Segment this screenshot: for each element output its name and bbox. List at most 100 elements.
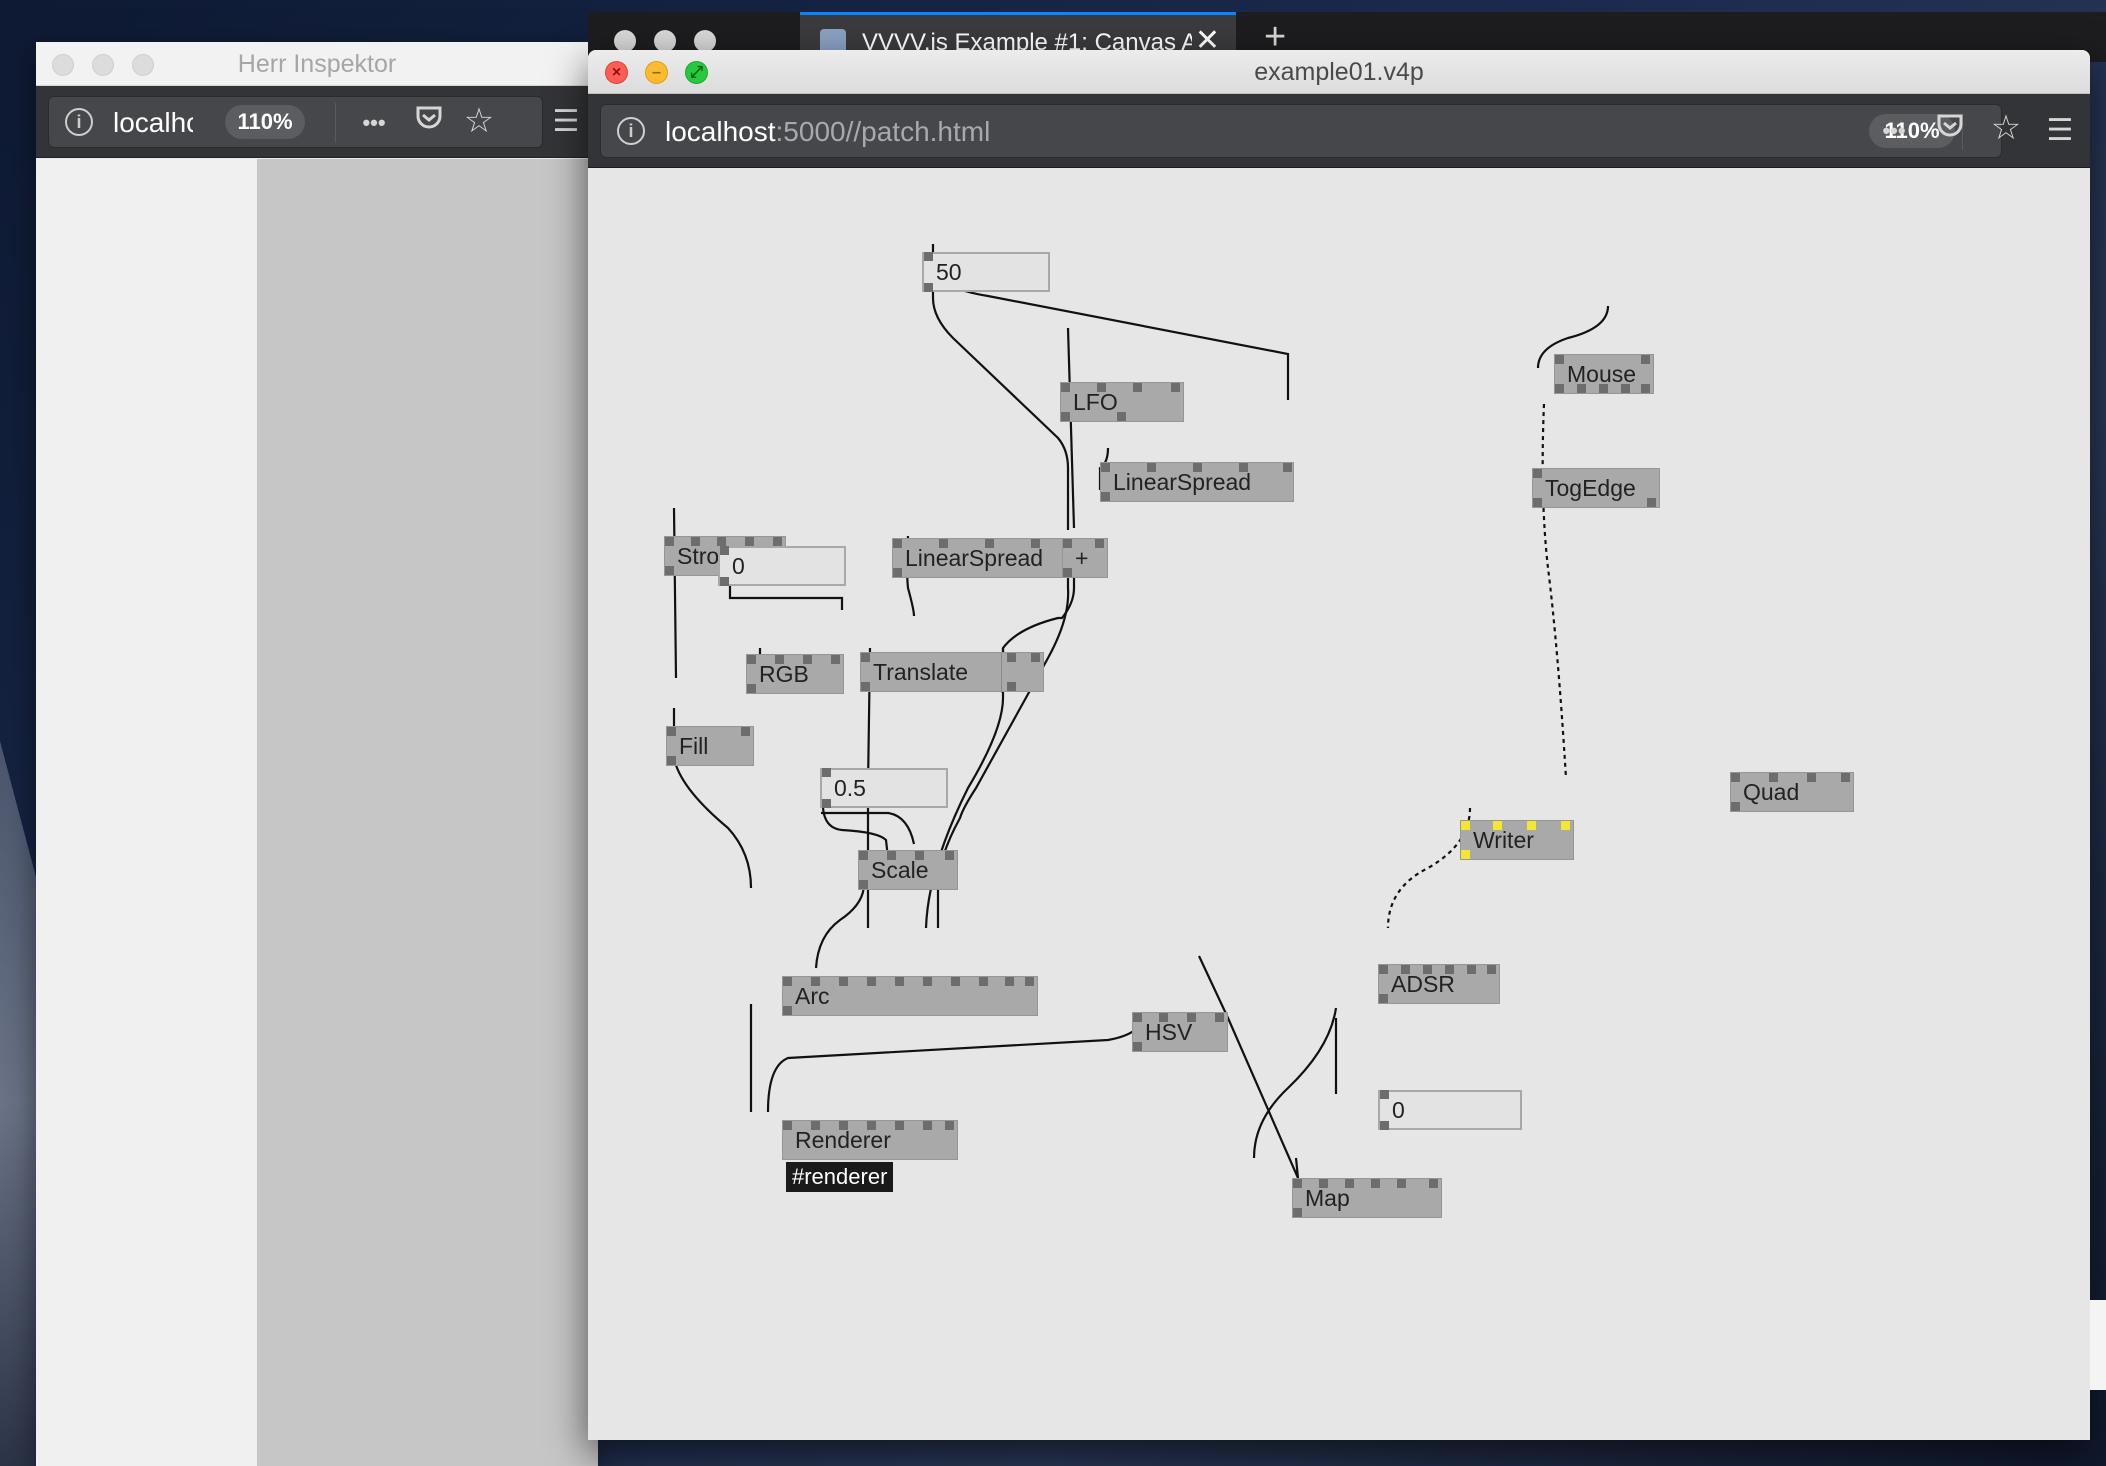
node-pin[interactable] — [803, 655, 812, 664]
node-pin[interactable] — [945, 851, 954, 860]
node-pin[interactable] — [1641, 384, 1650, 393]
node-pin[interactable] — [1599, 384, 1608, 393]
node-pin[interactable] — [665, 537, 674, 546]
node-pin[interactable] — [1561, 821, 1570, 830]
iobox-0-top[interactable]: 0 — [718, 546, 846, 586]
node-pin[interactable] — [839, 977, 848, 986]
node-pin[interactable] — [775, 655, 784, 664]
node-pin[interactable] — [1101, 492, 1110, 501]
node-pin[interactable] — [1133, 1013, 1142, 1022]
node-pin[interactable] — [747, 655, 756, 664]
info-icon[interactable]: i — [65, 108, 93, 136]
hamburger-menu-icon[interactable]: ☰ — [2038, 111, 2082, 151]
site-info-icon[interactable]: i — [617, 117, 645, 145]
node-pin[interactable] — [1461, 850, 1470, 859]
node-pin[interactable] — [1101, 463, 1110, 472]
node-pin[interactable] — [1429, 1179, 1438, 1188]
node-pin[interactable] — [1807, 773, 1816, 782]
node-adsr[interactable]: ADSR — [1378, 964, 1500, 1004]
back-minimize-button[interactable] — [92, 54, 114, 76]
node-pin[interactable] — [1063, 568, 1072, 577]
node-pin[interactable] — [887, 851, 896, 860]
node-pin[interactable] — [1063, 539, 1072, 548]
node-pin[interactable] — [1187, 1013, 1196, 1022]
node-pin[interactable] — [893, 539, 902, 548]
node-pin[interactable] — [811, 977, 820, 986]
node-pin[interactable] — [859, 851, 868, 860]
front-window-titlebar[interactable]: × – ⤢ example01.v4p — [588, 50, 2090, 94]
node-pin[interactable] — [783, 1121, 792, 1130]
node-pin[interactable] — [895, 1121, 904, 1130]
node-pin[interactable] — [861, 653, 870, 662]
node-pin[interactable] — [1371, 1179, 1380, 1188]
node-pin[interactable] — [1239, 463, 1248, 472]
node-map[interactable]: Map — [1292, 1178, 1442, 1218]
node-pin[interactable] — [1577, 384, 1586, 393]
node-pin[interactable] — [1007, 653, 1016, 662]
node-pin[interactable] — [867, 1121, 876, 1130]
node-pin[interactable] — [1117, 412, 1126, 421]
node-pin[interactable] — [1493, 821, 1502, 830]
node-pin[interactable] — [1487, 965, 1496, 974]
node-pin[interactable] — [717, 537, 726, 546]
node-pin[interactable] — [1841, 773, 1850, 782]
node-pin[interactable] — [691, 537, 700, 546]
more-actions-icon[interactable]: ••• — [1872, 111, 1916, 151]
back-zoom-button[interactable] — [132, 54, 154, 76]
node-pin[interactable] — [1319, 1179, 1328, 1188]
hamburger-menu-icon[interactable]: ☰ — [546, 102, 586, 142]
back-zoom-indicator[interactable]: 110% — [225, 105, 305, 139]
node-pin[interactable] — [1007, 682, 1016, 691]
node-pin[interactable] — [1283, 463, 1292, 472]
node-pin[interactable] — [979, 977, 988, 986]
node-pin[interactable] — [1401, 965, 1410, 974]
node-pin[interactable] — [985, 539, 994, 548]
node-pin[interactable] — [1171, 383, 1180, 392]
node-pin[interactable] — [1005, 977, 1014, 986]
node-pin[interactable] — [741, 727, 750, 736]
iobox-50[interactable]: 50 — [922, 252, 1050, 292]
node-togedge[interactable]: TogEdge — [1532, 468, 1660, 508]
more-actions-icon[interactable]: ••• — [354, 103, 394, 143]
node-pin[interactable] — [720, 577, 729, 586]
node-pin[interactable] — [1031, 539, 1040, 548]
node-pin[interactable] — [831, 655, 840, 664]
node-pin[interactable] — [822, 799, 831, 808]
node-pin[interactable] — [923, 1121, 932, 1130]
node-pin[interactable] — [1133, 1042, 1142, 1051]
node-pin[interactable] — [1641, 355, 1650, 364]
node-pin[interactable] — [859, 880, 868, 889]
node-mouse[interactable]: Mouse — [1554, 354, 1654, 394]
node-pin[interactable] — [747, 684, 756, 693]
node-arc[interactable]: Arc — [782, 976, 1038, 1016]
pocket-icon[interactable] — [409, 103, 449, 144]
node-pin[interactable] — [1380, 1090, 1389, 1099]
node-pin[interactable] — [667, 756, 676, 765]
node-pin[interactable] — [1621, 384, 1630, 393]
node-pin[interactable] — [951, 977, 960, 986]
node-pin[interactable] — [1527, 821, 1536, 830]
node-pin[interactable] — [822, 768, 831, 777]
node-pin[interactable] — [783, 977, 792, 986]
node-pin[interactable] — [773, 537, 782, 546]
node-pin[interactable] — [1025, 977, 1034, 986]
node-pin[interactable] — [915, 851, 924, 860]
back-close-button[interactable] — [52, 54, 74, 76]
node-pin[interactable] — [1293, 1179, 1302, 1188]
node-pin[interactable] — [1193, 463, 1202, 472]
node-pin[interactable] — [745, 537, 754, 546]
node-lfo[interactable]: LFO — [1060, 382, 1184, 422]
bookmark-star-icon[interactable]: ☆ — [459, 101, 499, 141]
node-linearspread-main[interactable]: LinearSpread — [892, 538, 1064, 578]
node-pin[interactable] — [1379, 994, 1388, 1003]
back-window-titlebar[interactable]: Herr Inspektor — [36, 42, 598, 86]
node-pin[interactable] — [1293, 1208, 1302, 1217]
node-pin[interactable] — [1095, 539, 1104, 548]
node-pin[interactable] — [1461, 821, 1470, 830]
close-window-button[interactable]: × — [605, 61, 628, 84]
node-pin[interactable] — [1533, 469, 1542, 478]
node-pin[interactable] — [1445, 965, 1454, 974]
node-pin[interactable] — [861, 682, 870, 691]
back-url-bar[interactable]: i localhc 110% ••• ☆ — [48, 96, 543, 148]
node-pin[interactable] — [1147, 463, 1156, 472]
